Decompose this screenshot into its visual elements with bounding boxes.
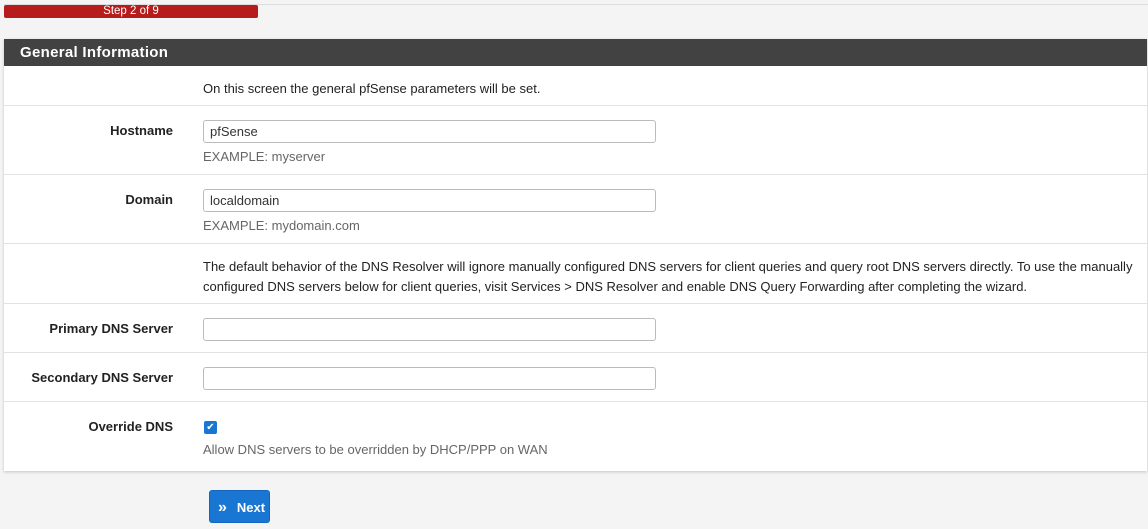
domain-label: Domain: [125, 192, 173, 207]
domain-help: EXAMPLE: mydomain.com: [203, 218, 360, 233]
hostname-label: Hostname: [110, 123, 173, 138]
dns-note: The default behavior of the DNS Resolver…: [203, 259, 1133, 294]
hostname-row: Hostname EXAMPLE: myserver: [4, 106, 1147, 175]
next-label: Next: [236, 500, 266, 515]
hostname-input[interactable]: [203, 120, 656, 143]
dns-note-row: The default behavior of the DNS Resolver…: [4, 244, 1147, 304]
panel-title: General Information: [4, 39, 1147, 66]
domain-input[interactable]: [203, 189, 656, 212]
secondary-dns-input[interactable]: [203, 367, 656, 390]
override-dns-checkbox[interactable]: ✔: [204, 421, 217, 434]
primary-dns-input[interactable]: [203, 318, 656, 341]
general-information-panel: General Information On this screen the g…: [4, 39, 1147, 471]
intro-text: On this screen the general pfSense param…: [203, 81, 541, 96]
intro-row: On this screen the general pfSense param…: [4, 66, 1147, 106]
progress-track: Step 2 of 9: [4, 4, 1148, 18]
secondary-dns-label: Secondary DNS Server: [31, 370, 173, 385]
domain-row: Domain EXAMPLE: mydomain.com: [4, 175, 1147, 244]
primary-dns-label: Primary DNS Server: [49, 321, 173, 336]
override-dns-row: Override DNS ✔ Allow DNS servers to be ov…: [4, 402, 1147, 471]
secondary-dns-row: Secondary DNS Server: [4, 353, 1147, 402]
double-chevron-right-icon: »: [218, 499, 227, 516]
override-dns-label: Override DNS: [88, 419, 173, 434]
hostname-help: EXAMPLE: myserver: [203, 149, 326, 164]
override-dns-help: Allow DNS servers to be overridden by DH…: [203, 442, 548, 457]
progress-bar: Step 2 of 9: [4, 5, 258, 18]
primary-dns-row: Primary DNS Server: [4, 304, 1147, 353]
next-button[interactable]: » Next: [209, 490, 270, 523]
